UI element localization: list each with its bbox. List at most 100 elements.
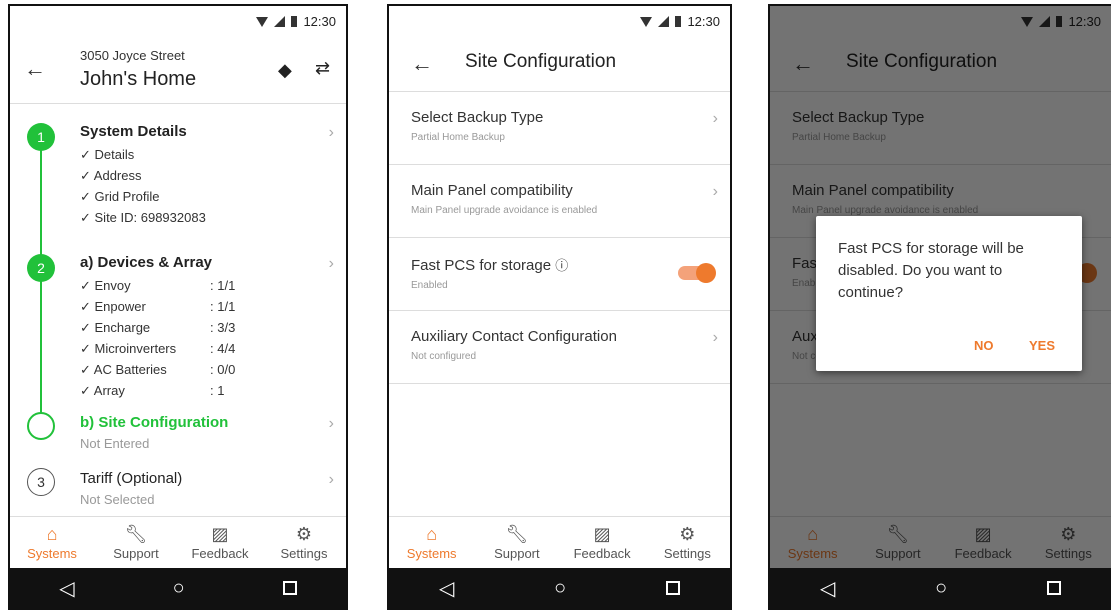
nav-support[interactable]: 🔧︎ Support [94,517,178,568]
step-list: 1 System Details › ✓ Details ✓ Address ✓… [10,104,346,524]
system-nav-bar: ◁ ○ [770,568,1111,608]
nav-label: Systems [27,546,77,561]
chevron-right-icon: › [328,415,334,432]
app-bar: ← Site Configuration [389,36,730,92]
chevron-right-icon: › [328,255,334,272]
gear-icon: ⚙ [295,524,313,544]
site-title: John's Home [80,68,197,90]
home-circle-icon[interactable]: ○ [935,577,947,600]
nav-support[interactable]: 🔧︎ Support [474,517,559,568]
wrench-icon: 🔧︎ [124,524,148,544]
confirm-dialog: Fast PCS for storage will be disabled. D… [816,216,1082,371]
step-title: System Details [80,123,187,140]
nav-label: Feedback [573,546,631,561]
directions-icon[interactable]: ◆ [278,60,292,81]
row-fast-pcs: Fast PCS for storage ⓘ Enabled [389,238,730,311]
system-nav-bar: ◁ ○ [389,568,730,608]
feedback-icon: ▨ [593,524,611,544]
nav-feedback[interactable]: ▨ Feedback [178,517,262,568]
switch-icon[interactable]: ⇄ [315,58,330,79]
nav-settings[interactable]: ⚙ Settings [645,517,730,568]
signal-icon [274,16,286,27]
status-time: 12:30 [687,14,720,29]
step-devices-array[interactable]: 2 a) Devices & Array › ✓ Envoy : 1/1 ✓ En… [10,250,346,410]
device-count: : 0/0 [210,362,236,377]
row-backup-type[interactable]: Select Backup Type Partial Home Backup › [389,92,730,165]
recents-square-icon[interactable] [1047,581,1062,595]
nav-systems[interactable]: ⌂ Systems [10,517,94,568]
phone-screen-site-config: 12:30 ← Site Configuration Select Backup… [387,4,732,610]
step-title: Tariff (Optional) [80,470,183,487]
device-label: ✓ Encharge [80,320,151,335]
status-bar: 12:30 [389,6,730,36]
step-number-badge: 3 [27,468,55,496]
device-label: ✓ Envoy [80,278,131,293]
device-label: ✓ Microinverters [80,341,177,356]
step-progress-circle [27,412,55,440]
chevron-right-icon: › [712,110,718,127]
row-title: Select Backup Type [411,109,544,126]
site-address: 3050 Joyce Street [80,48,185,63]
step-title: a) Devices & Array [80,254,213,271]
row-subtitle: Partial Home Backup [411,132,505,143]
dialog-message: Fast PCS for storage will be disabled. D… [838,240,1024,301]
row-auxiliary-contact[interactable]: Auxiliary Contact Configuration Not conf… [389,311,730,384]
phone-screen-system: 12:30 ← 3050 Joyce Street John's Home ◆ … [8,4,348,610]
no-button[interactable]: NO [974,338,994,353]
device-count: : 1/1 [210,299,236,314]
row-title: Fast PCS for storage [411,257,552,274]
device-label: ✓ Enpower [80,299,146,314]
row-title: Auxiliary Contact Configuration [411,328,617,345]
step-number-badge: 2 [27,254,55,282]
battery-icon [675,16,682,27]
step-item: ✓ Grid Profile [80,189,160,204]
device-count: : 1 [210,383,225,398]
back-triangle-icon[interactable]: ◁ [820,576,835,601]
nav-label: Settings [280,546,328,561]
step-item: ✓ Address [80,168,142,183]
device-label: ✓ Array [80,383,125,398]
row-main-panel[interactable]: Main Panel compatibility Main Panel upgr… [389,165,730,238]
step-system-details[interactable]: 1 System Details › ✓ Details ✓ Address ✓… [10,114,346,250]
battery-icon [291,16,298,27]
help-icon[interactable]: ⓘ [555,258,568,273]
recents-square-icon[interactable] [666,581,681,595]
row-subtitle: Main Panel upgrade avoidance is enabled [411,205,598,216]
wrench-icon: 🔧︎ [505,524,529,544]
device-count: : 4/4 [210,341,236,356]
device-label: ✓ AC Batteries [80,362,167,377]
nav-systems[interactable]: ⌂ Systems [389,517,474,568]
home-circle-icon[interactable]: ○ [173,577,185,600]
yes-button[interactable]: YES [1029,338,1055,353]
back-triangle-icon[interactable]: ◁ [59,576,74,601]
back-arrow-icon[interactable]: ← [411,51,433,77]
home-circle-icon[interactable]: ○ [554,577,566,600]
home-icon: ⌂ [426,524,438,544]
nav-label: Support [113,546,159,561]
nav-label: Settings [663,546,711,561]
step-status: Not Entered [80,436,150,451]
nav-settings[interactable]: ⚙ Settings [262,517,346,568]
feedback-icon: ▨ [211,524,229,544]
step-item: ✓ Site ID: 698932083 [80,210,206,225]
recents-square-icon[interactable] [282,581,297,595]
chevron-right-icon: › [712,329,718,346]
nav-feedback[interactable]: ▨ Feedback [560,517,645,568]
chevron-right-icon: › [328,471,334,488]
page-title: Site Configuration [465,51,617,72]
status-bar: 12:30 [10,6,346,36]
row-subtitle: Enabled [411,280,448,291]
row-title: Main Panel compatibility [411,182,573,199]
nav-label: Systems [406,546,457,561]
back-arrow-icon[interactable]: ← [24,56,46,82]
gear-icon: ⚙ [679,524,696,544]
step-item: ✓ Details [80,147,135,162]
nav-label: Feedback [191,546,249,561]
status-time: 12:30 [303,14,336,29]
step-site-configuration[interactable]: b) Site Configuration › Not Entered [10,410,346,466]
back-triangle-icon[interactable]: ◁ [439,576,454,601]
wifi-icon [256,16,269,27]
system-nav-bar: ◁ ○ [10,568,346,608]
fast-pcs-toggle[interactable] [678,263,716,283]
chevron-right-icon: › [712,183,718,200]
